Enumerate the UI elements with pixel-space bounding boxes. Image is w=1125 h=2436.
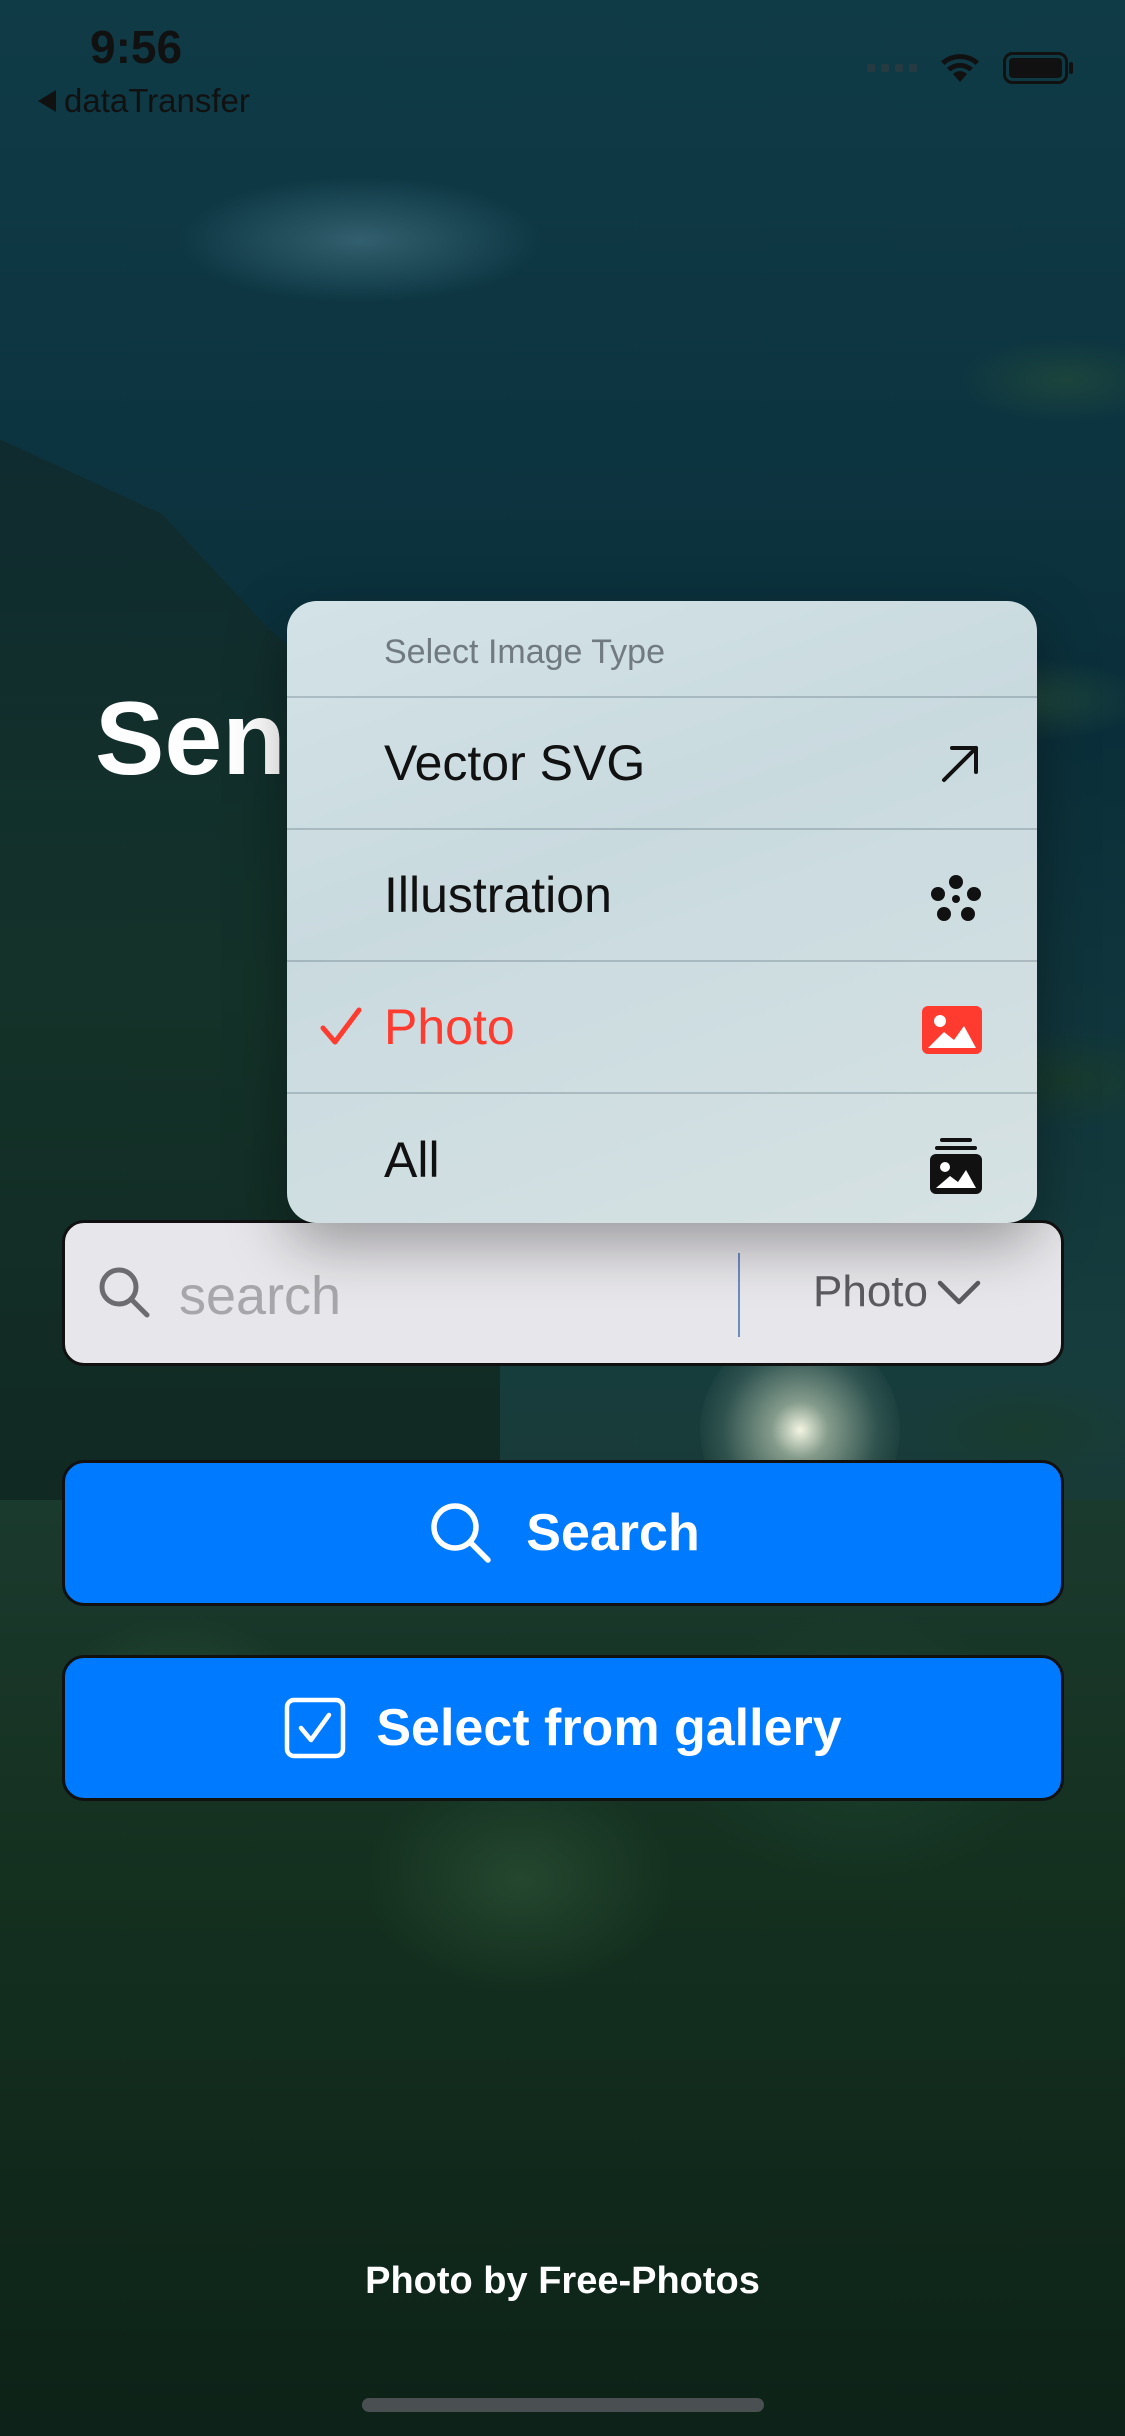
menu-item-label: Illustration xyxy=(384,867,612,923)
search-button-label: Search xyxy=(526,1504,700,1562)
back-to-app-link[interactable]: dataTransfer xyxy=(38,82,250,120)
menu-item-all[interactable]: All xyxy=(287,1094,1037,1223)
checkmark-icon xyxy=(320,1007,362,1045)
home-indicator[interactable] xyxy=(362,2398,764,2412)
search-icon xyxy=(99,1267,150,1318)
photo-credit[interactable]: Photo by Free-Photos xyxy=(0,2260,1125,2303)
search-button[interactable]: Search xyxy=(62,1460,1064,1606)
menu-item-label: Vector SVG xyxy=(384,735,646,791)
menu-item-illustration[interactable]: Illustration xyxy=(287,830,1037,962)
menu-item-label: Photo xyxy=(384,999,515,1055)
menu-item-photo[interactable]: Photo xyxy=(287,962,1037,1094)
select-from-gallery-button[interactable]: Select from gallery xyxy=(62,1655,1064,1801)
battery-icon xyxy=(1003,52,1073,84)
menu-item-vector-svg[interactable]: Vector SVG xyxy=(287,698,1037,830)
menu-header: Select Image Type xyxy=(287,601,1037,698)
gallery-button-label: Select from gallery xyxy=(376,1699,842,1757)
chevron-down-icon xyxy=(937,1280,981,1305)
arrow-up-right-icon xyxy=(942,746,978,782)
cellular-signal-icon xyxy=(867,64,917,72)
search-input[interactable]: search xyxy=(179,1265,341,1327)
checkbox-icon xyxy=(285,1697,346,1759)
back-triangle-icon xyxy=(38,90,56,112)
back-app-label: dataTransfer xyxy=(64,82,250,119)
image-type-menu: Select Image Type Vector SVG Illustratio… xyxy=(287,601,1037,1223)
search-bar: search Photo xyxy=(62,1220,1064,1366)
photo-icon xyxy=(922,1006,982,1054)
search-icon xyxy=(431,1503,492,1563)
search-divider xyxy=(738,1253,740,1337)
photo-stack-icon xyxy=(930,1138,982,1194)
status-time: 9:56 xyxy=(90,21,183,73)
wifi-icon xyxy=(941,54,979,82)
image-type-value: Photo xyxy=(813,1267,928,1316)
status-indicators xyxy=(867,52,1075,84)
menu-item-label: All xyxy=(384,1132,440,1188)
image-type-select[interactable]: Photo xyxy=(813,1267,982,1317)
dots-cluster-icon xyxy=(931,875,981,921)
